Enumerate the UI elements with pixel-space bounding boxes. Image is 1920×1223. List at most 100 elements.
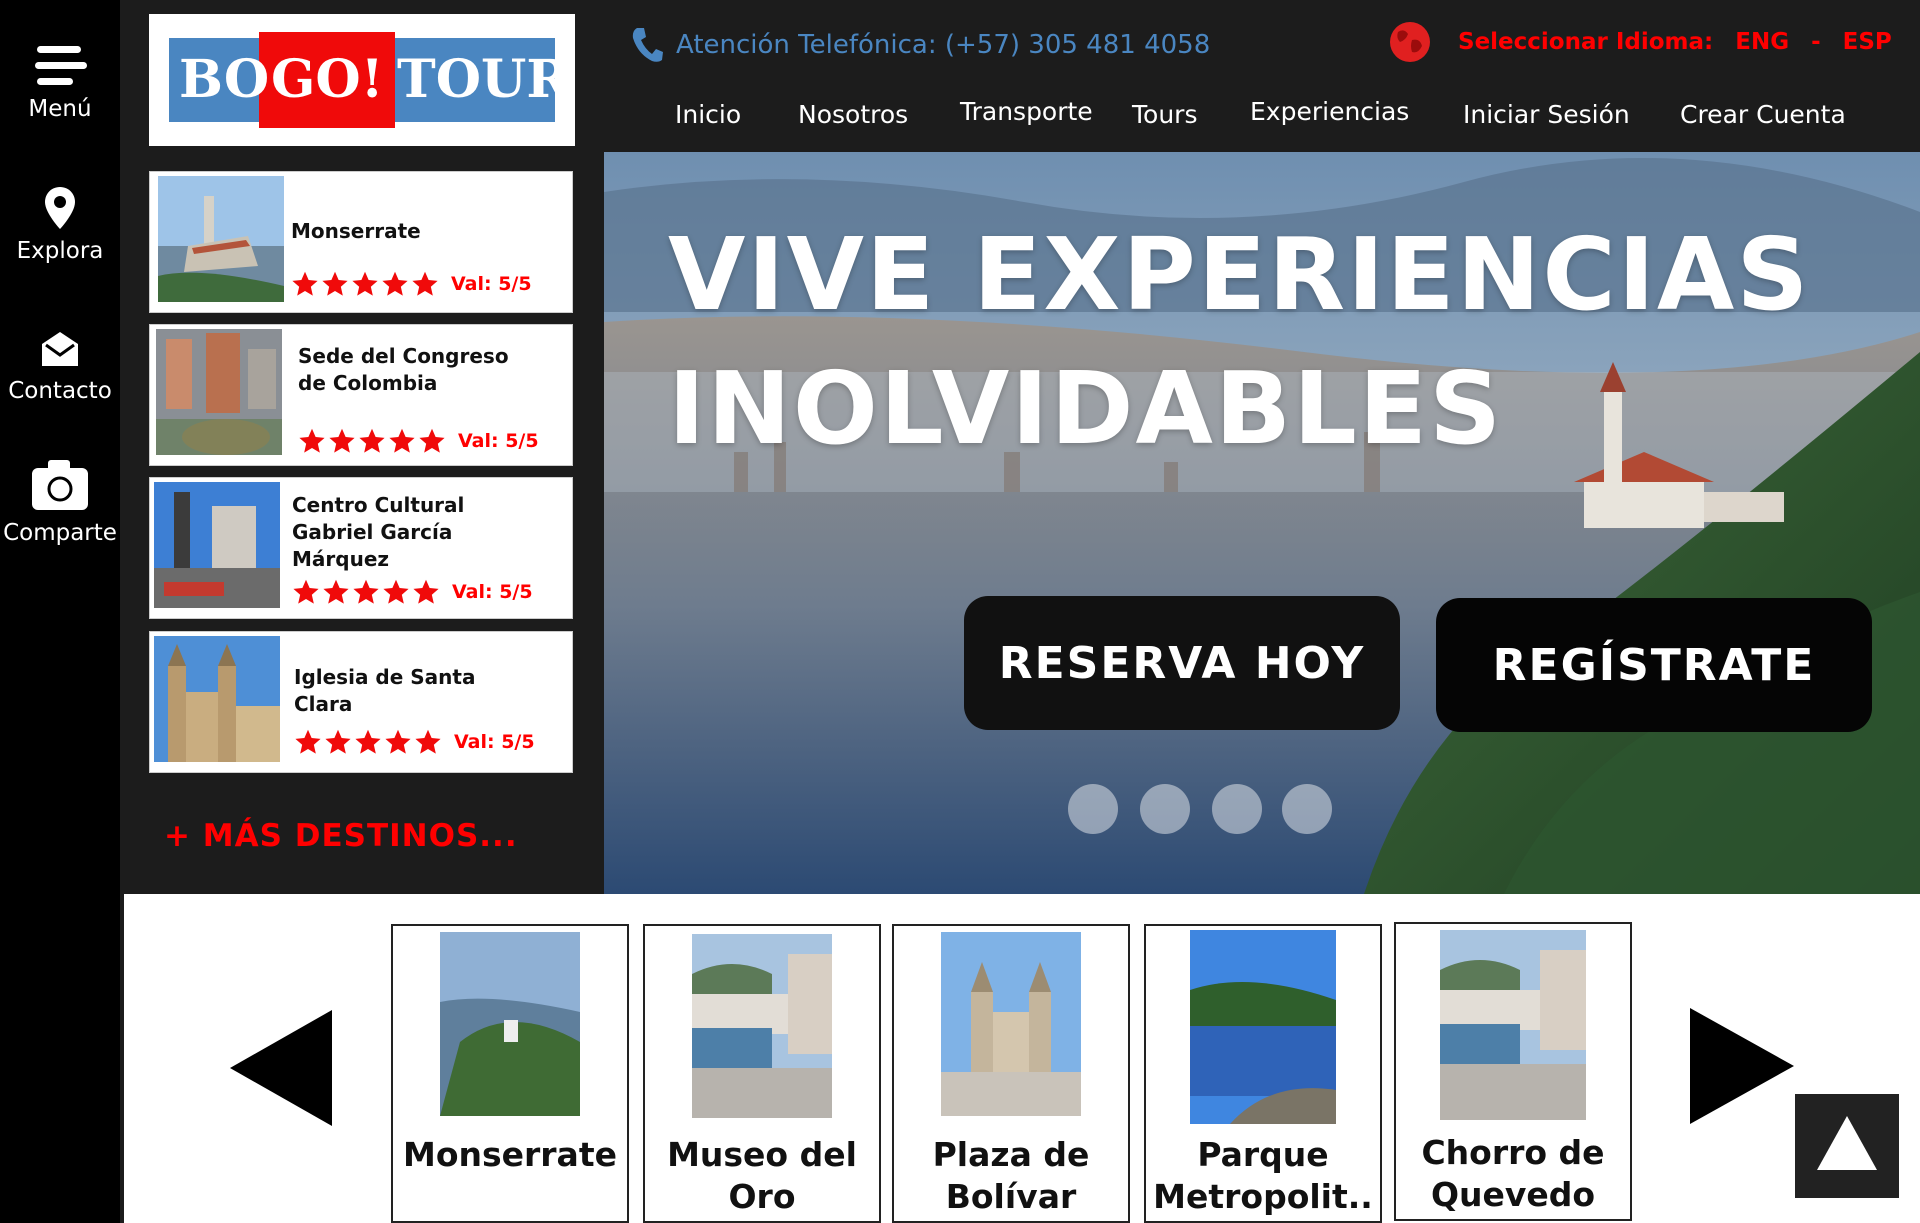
nav-tours[interactable]: Tours bbox=[1132, 100, 1197, 129]
destination-name-line: Gabriel García bbox=[292, 520, 453, 544]
destination-photo bbox=[154, 482, 280, 608]
left-rail: Menú Explora Contacto Comparte bbox=[0, 0, 120, 1223]
carousel-tile[interactable]: Parque Metropolit.. bbox=[1144, 924, 1382, 1223]
nav-transporte[interactable]: Transporte bbox=[960, 97, 1093, 126]
destination-card[interactable]: Centro Cultural Gabriel García Márquez V… bbox=[149, 477, 573, 619]
reserve-now-button[interactable]: RESERVA HOY bbox=[964, 596, 1400, 730]
star-icon bbox=[353, 579, 379, 604]
rail-explora-label: Explora bbox=[16, 238, 104, 264]
star-icon bbox=[415, 729, 441, 754]
tile-photo bbox=[1440, 930, 1586, 1120]
tile-photo bbox=[440, 932, 580, 1116]
destination-card[interactable]: Monserrate Val: 5/5 bbox=[149, 171, 573, 313]
star-icon bbox=[382, 271, 408, 296]
logo-text-bo: BO bbox=[179, 49, 270, 110]
star-icon bbox=[299, 428, 325, 453]
slide-dot[interactable] bbox=[1140, 784, 1190, 834]
rail-contacto[interactable]: Contacto bbox=[0, 330, 120, 404]
star-icon bbox=[323, 579, 349, 604]
tile-photo bbox=[941, 932, 1081, 1116]
rating-value: Val: 5/5 bbox=[451, 273, 532, 295]
brand-logo[interactable]: BO GO! TOUR bbox=[149, 14, 575, 146]
rail-comparte-label: Comparte bbox=[3, 520, 117, 546]
stars bbox=[298, 427, 446, 455]
nav-iniciar-sesion[interactable]: Iniciar Sesión bbox=[1463, 100, 1630, 129]
destination-photo bbox=[158, 176, 284, 302]
hero-title-line2: INOLVIDABLES bbox=[668, 350, 1504, 467]
star-icon bbox=[385, 729, 411, 754]
tile-name-line: Museo del bbox=[667, 1135, 857, 1174]
phone-icon bbox=[632, 28, 663, 62]
tile-name-line: Bolívar bbox=[945, 1177, 1077, 1216]
destination-rating: Val: 5/5 bbox=[291, 270, 532, 298]
star-icon bbox=[413, 579, 439, 604]
tile-name-line: Oro bbox=[728, 1177, 796, 1216]
tile-name-line: Metropolit.. bbox=[1153, 1177, 1373, 1216]
star-icon bbox=[359, 428, 385, 453]
more-destinations-link[interactable]: + MÁS DESTINOS... bbox=[164, 818, 518, 854]
carousel-tile[interactable]: Plaza de Bolívar bbox=[892, 924, 1130, 1223]
star-icon bbox=[329, 428, 355, 453]
register-button[interactable]: REGÍSTRATE bbox=[1436, 598, 1872, 732]
lang-esp-option[interactable]: ESP bbox=[1843, 29, 1892, 55]
logo-text-tour: TOUR bbox=[397, 49, 570, 110]
destination-name: Monserrate bbox=[291, 219, 421, 243]
arrow-up-icon bbox=[1817, 1116, 1877, 1170]
carousel-tile[interactable]: Chorro de Quevedo bbox=[1394, 922, 1632, 1221]
star-icon bbox=[322, 271, 348, 296]
destination-rating: Val: 5/5 bbox=[292, 578, 533, 606]
rail-contacto-label: Contacto bbox=[8, 378, 112, 404]
destination-name-line: Clara bbox=[294, 692, 353, 716]
slide-dot[interactable] bbox=[1282, 784, 1332, 834]
lang-eng-option[interactable]: ENG bbox=[1735, 29, 1789, 55]
nav-crear-cuenta[interactable]: Crear Cuenta bbox=[1680, 100, 1846, 129]
destination-name-line: Márquez bbox=[292, 547, 390, 571]
destination-card[interactable]: Sede del Congreso de Colombia Val: 5/5 bbox=[149, 324, 573, 466]
destination-rating: Val: 5/5 bbox=[298, 427, 539, 455]
mail-icon bbox=[42, 332, 78, 366]
tile-photo bbox=[692, 934, 832, 1118]
tile-name-line: Chorro de bbox=[1421, 1133, 1605, 1172]
rail-explora[interactable]: Explora bbox=[0, 186, 120, 264]
slide-dot[interactable] bbox=[1068, 784, 1118, 834]
nav-experiencias[interactable]: Experiencias bbox=[1250, 97, 1409, 126]
destination-name-line: de Colombia bbox=[298, 371, 438, 395]
location-pin-icon bbox=[45, 187, 75, 229]
carousel-prev-arrow-icon[interactable] bbox=[230, 1010, 334, 1126]
rating-value: Val: 5/5 bbox=[454, 731, 535, 753]
star-icon bbox=[352, 271, 378, 296]
carousel-next-arrow-icon[interactable] bbox=[1690, 1008, 1794, 1124]
tile-name: Plaza de Bolívar bbox=[894, 1134, 1128, 1218]
rail-menu-label: Menú bbox=[28, 96, 92, 122]
nav-inicio[interactable]: Inicio bbox=[675, 100, 741, 129]
destination-name-line: Centro Cultural bbox=[292, 493, 465, 517]
nav-nosotros[interactable]: Nosotros bbox=[798, 100, 908, 129]
carousel-tile[interactable]: Museo del Oro bbox=[643, 924, 881, 1223]
phone-contact[interactable]: Atención Telefónica: (+57) 305 481 4058 bbox=[630, 26, 1210, 64]
scroll-to-top-button[interactable] bbox=[1795, 1094, 1899, 1198]
tile-name-line: Quevedo bbox=[1430, 1175, 1596, 1214]
carousel-tile[interactable]: Monserrate bbox=[391, 924, 629, 1223]
destination-card[interactable]: Iglesia de Santa Clara Val: 5/5 bbox=[149, 631, 573, 773]
star-icon bbox=[412, 271, 438, 296]
rail-menu[interactable]: Menú bbox=[0, 44, 120, 122]
tile-name: Parque Metropolit.. bbox=[1146, 1134, 1380, 1218]
camera-icon bbox=[32, 460, 88, 510]
stars bbox=[294, 728, 442, 756]
rail-comparte[interactable]: Comparte bbox=[0, 458, 120, 546]
tile-name: Monserrate bbox=[393, 1134, 627, 1176]
tile-name-line: Monserrate bbox=[402, 1135, 617, 1174]
destination-rating: Val: 5/5 bbox=[294, 728, 535, 756]
destination-photo bbox=[154, 636, 280, 762]
slide-dot[interactable] bbox=[1212, 784, 1262, 834]
star-icon bbox=[389, 428, 415, 453]
star-icon bbox=[355, 729, 381, 754]
destination-name-line: Sede del Congreso bbox=[298, 344, 509, 368]
stars bbox=[291, 270, 439, 298]
destination-name-line: Iglesia de Santa bbox=[294, 665, 476, 689]
star-icon bbox=[419, 428, 445, 453]
tile-name-line: Plaza de bbox=[932, 1135, 1090, 1174]
language-label: Seleccionar Idioma: bbox=[1458, 29, 1714, 55]
star-icon bbox=[383, 579, 409, 604]
tile-name: Museo del Oro bbox=[645, 1134, 879, 1218]
